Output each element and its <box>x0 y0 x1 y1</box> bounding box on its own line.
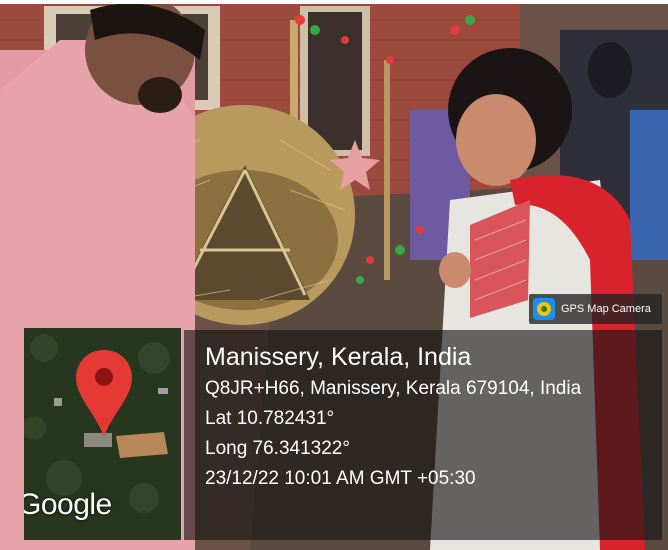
map-provider-label: Google <box>24 488 112 521</box>
location-latitude: Lat 10.782431° <box>205 408 335 429</box>
location-datetime: 23/12/22 10:01 AM GMT +05:30 <box>205 468 476 489</box>
location-longitude: Long 76.341322° <box>205 438 350 459</box>
location-title: Manissery, Kerala, India <box>205 343 472 371</box>
location-address: Q8JR+H66, Manissery, Kerala 679104, Indi… <box>205 378 582 399</box>
gps-badge-label: GPS Map Camera <box>561 303 651 315</box>
map-thumbnail: Google <box>24 328 181 540</box>
gps-map-camera-badge: GPS Map Camera <box>529 294 662 324</box>
location-info-text: Manissery, Kerala, India Q8JR+H66, Manis… <box>205 340 581 494</box>
gps-camera-logo-icon <box>533 298 555 320</box>
location-info-panel: Manissery, Kerala, India Q8JR+H66, Manis… <box>184 330 662 540</box>
